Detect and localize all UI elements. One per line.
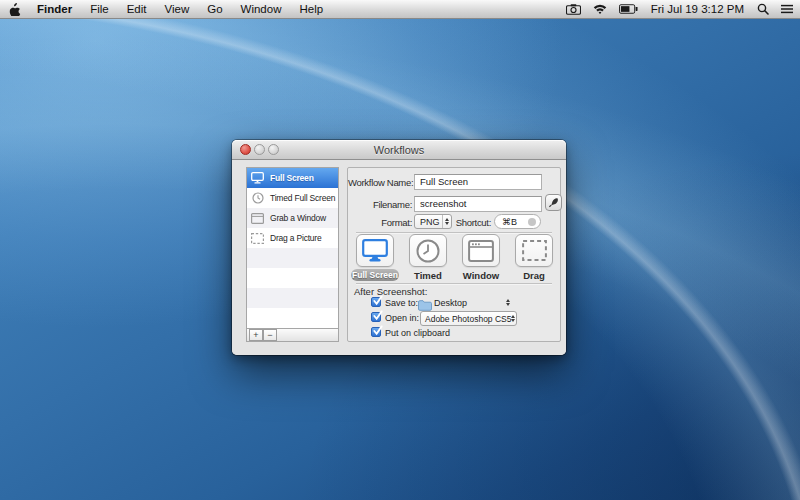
open-in-checkbox[interactable]	[371, 312, 381, 322]
monitor-icon	[251, 172, 264, 184]
workflow-list-label: Full Screen	[270, 173, 314, 183]
menu-item-file[interactable]: File	[81, 0, 118, 18]
format-value: PNG	[420, 217, 440, 227]
pen-icon	[548, 197, 559, 208]
save-to-checkbox[interactable]	[371, 297, 381, 307]
window-title: Workflows	[232, 140, 566, 160]
menu-item-help[interactable]: Help	[290, 0, 332, 18]
filename-label: Filename:	[348, 199, 412, 210]
add-workflow-button[interactable]: +	[249, 329, 263, 341]
clipboard-checkbox[interactable]	[371, 327, 381, 337]
workflow-detail-panel: Workflow Name: Full Screen Filename: scr…	[347, 167, 561, 342]
clipboard-label: Put on clipboard	[385, 328, 450, 338]
workflow-name-label: Workflow Name:	[348, 177, 412, 188]
menu-item-window[interactable]: Window	[232, 0, 291, 18]
open-in-popup[interactable]: Adobe Photoshop CS5	[420, 311, 517, 326]
camera-menu-icon[interactable]	[560, 4, 587, 15]
spotlight-icon[interactable]	[751, 3, 775, 15]
list-toolbar: + −	[247, 328, 338, 341]
window-icon	[468, 240, 494, 262]
dashed-rect-icon	[522, 240, 547, 261]
type-button-window[interactable]	[462, 234, 500, 267]
menu-item-view[interactable]: View	[156, 0, 199, 18]
workflow-list-label: Timed Full Screen	[270, 193, 335, 203]
empty-row	[247, 268, 338, 288]
clock-icon	[251, 192, 264, 204]
type-label-full-screen: Full Screen	[351, 269, 399, 281]
save-to-value[interactable]: Desktop	[434, 298, 467, 308]
window-icon	[251, 213, 264, 224]
empty-row	[247, 248, 338, 268]
shortcut-field[interactable]: ⌘B	[494, 214, 541, 229]
menu-item-finder[interactable]: Finder	[28, 0, 81, 18]
menu-bar: Finder File Edit View Go Window Help	[0, 0, 800, 19]
open-in-label: Open in:	[385, 313, 419, 323]
workflows-window: Workflows Full Screen	[232, 140, 566, 355]
workflow-list-item-drag-picture[interactable]: Drag a Picture	[247, 228, 338, 248]
empty-row	[247, 288, 338, 308]
window-titlebar[interactable]: Workflows	[232, 140, 566, 160]
dashed-rect-icon	[251, 233, 264, 244]
workflow-list: Full Screen Timed Full Screen	[246, 167, 339, 342]
clear-shortcut-button[interactable]	[528, 218, 536, 226]
zoom-button[interactable]	[268, 144, 279, 155]
workflow-list-label: Drag a Picture	[270, 233, 322, 243]
clock-icon	[416, 239, 440, 263]
save-to-label: Save to:	[385, 298, 418, 308]
type-label-drag: Drag	[515, 270, 553, 281]
workflow-list-label: Grab a Window	[270, 213, 326, 223]
open-in-value: Adobe Photoshop CS5	[425, 314, 511, 324]
apple-logo-icon	[9, 2, 21, 16]
wifi-menu-icon[interactable]	[587, 4, 613, 15]
save-to-popup-arrows[interactable]	[506, 299, 510, 306]
menu-item-go[interactable]: Go	[198, 0, 231, 18]
shortcut-label: Shortcut:	[440, 217, 491, 228]
minimize-button[interactable]	[254, 144, 265, 155]
workflow-name-input[interactable]: Full Screen	[414, 174, 542, 190]
type-button-full-screen[interactable]	[356, 234, 394, 267]
battery-menu-icon[interactable]	[613, 4, 644, 14]
type-label-timed: Timed	[409, 270, 447, 281]
apple-menu[interactable]	[0, 2, 28, 16]
type-label-window: Window	[462, 270, 500, 281]
filename-token-button[interactable]	[545, 194, 562, 211]
list-menu-icon[interactable]	[775, 4, 800, 14]
menu-bar-clock[interactable]: Fri Jul 19 3:12 PM	[644, 3, 751, 15]
remove-workflow-button[interactable]: −	[263, 329, 277, 341]
shortcut-value: ⌘B	[502, 217, 517, 227]
window-content: Full Screen Timed Full Screen	[232, 160, 566, 355]
desktop-wallpaper: Finder File Edit View Go Window Help	[0, 0, 800, 500]
filename-input[interactable]: screenshot	[414, 196, 542, 212]
monitor-icon	[362, 239, 388, 262]
after-screenshot-heading: After Screenshot:	[354, 286, 427, 297]
type-button-timed[interactable]	[409, 234, 447, 267]
empty-row	[247, 308, 338, 328]
type-button-drag[interactable]	[515, 234, 553, 267]
format-label: Format:	[348, 217, 412, 228]
menu-item-edit[interactable]: Edit	[118, 0, 156, 18]
workflow-list-item-grab-window[interactable]: Grab a Window	[247, 208, 338, 228]
workflow-list-item-full-screen[interactable]: Full Screen	[247, 168, 338, 188]
workflow-list-item-timed[interactable]: Timed Full Screen	[247, 188, 338, 208]
close-button[interactable]	[240, 144, 251, 155]
